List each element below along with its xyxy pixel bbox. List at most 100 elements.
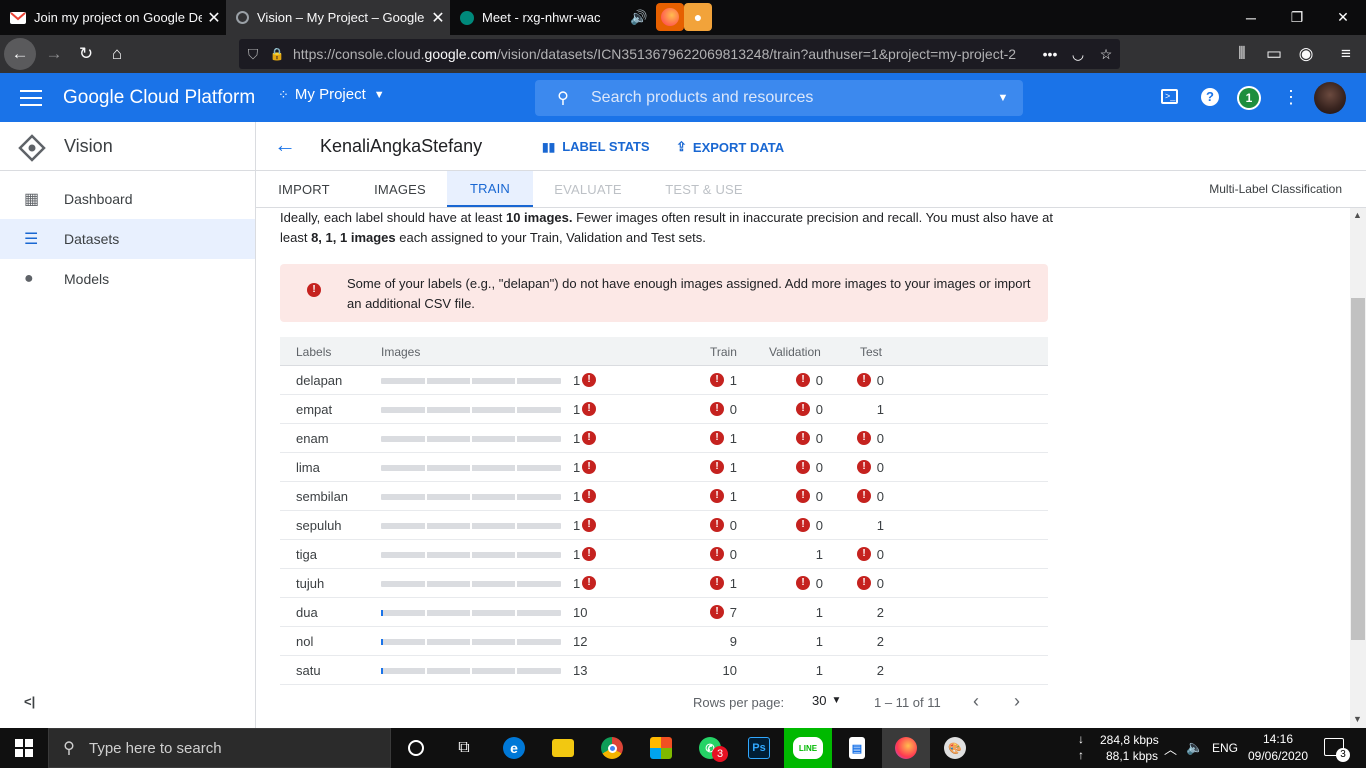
chrome-icon[interactable]	[588, 728, 636, 768]
cortana-icon[interactable]	[392, 728, 440, 768]
chevron-down-icon[interactable]: ▼	[983, 92, 1023, 104]
menu-icon[interactable]: ≡	[1330, 35, 1362, 73]
lock-icon: 🔒	[269, 47, 285, 61]
export-data-button[interactable]: ⇪ EXPORT DATA	[676, 139, 784, 155]
hamburger-menu-icon[interactable]	[20, 87, 42, 107]
search-input[interactable]: Search products and resources	[591, 89, 983, 107]
browser-tab[interactable]: Meet - rxg-nhwr-wac	[450, 0, 630, 35]
reload-icon[interactable]: ↻	[70, 35, 102, 73]
tab-import[interactable]: IMPORT	[270, 171, 338, 207]
sidebar-item-datasets[interactable]: ☰ Datasets	[0, 219, 255, 259]
sidebar-title: Vision	[64, 136, 113, 156]
avatar[interactable]	[1314, 82, 1346, 114]
cell-validation: 0	[815, 402, 823, 417]
tab-train[interactable]: TRAIN	[447, 171, 533, 207]
cell-test: 2	[876, 663, 884, 678]
collapse-sidebar-icon[interactable]: <|	[24, 694, 35, 709]
firefox-taskbar-icon[interactable]	[882, 728, 930, 768]
volume-icon[interactable]: 🔈	[1186, 739, 1203, 756]
chevron-down-icon: ▼	[831, 695, 842, 706]
project-selector[interactable]: ⁘ My Project ▼	[278, 86, 385, 103]
taskbar-search[interactable]: ⚲ Type here to search	[48, 728, 391, 768]
browser-tab[interactable]: Vision – My Project – Google Cl ✕	[226, 0, 450, 35]
error-icon: !	[307, 283, 321, 297]
tab-evaluate[interactable]: EVALUATE	[544, 171, 632, 207]
speaker-icon[interactable]: 🔊	[630, 9, 647, 26]
export-data-label: EXPORT DATA	[692, 139, 785, 155]
cell-label: delapan	[296, 373, 343, 388]
chevron-up-icon[interactable]: ︿	[1164, 739, 1177, 758]
scroll-down-icon[interactable]: ▼	[1353, 714, 1362, 724]
scroll-up-icon[interactable]: ▲	[1353, 210, 1362, 220]
scrollbar-thumb[interactable]	[1351, 298, 1365, 640]
clock-date[interactable]: 09/06/2020	[1244, 749, 1312, 763]
language-indicator[interactable]: ENG	[1212, 741, 1238, 755]
photoshop-icon[interactable]: Ps	[735, 728, 783, 768]
close-icon[interactable]: ✕	[426, 8, 450, 28]
back-icon[interactable]: ←	[4, 38, 36, 70]
windows-start-icon[interactable]	[0, 728, 48, 768]
close-icon[interactable]: ✕	[202, 8, 226, 28]
firefox-icon[interactable]	[656, 3, 684, 31]
sidebar-item-dashboard[interactable]: ▦ Dashboard	[0, 179, 255, 219]
bookmark-star-icon[interactable]: ☆	[1092, 46, 1120, 63]
sidebar-item-label: Models	[64, 271, 110, 287]
product-name[interactable]: Google Cloud Platform	[63, 87, 255, 109]
page-actions-icon[interactable]: •••	[1036, 46, 1064, 62]
file-explorer-icon[interactable]	[539, 728, 587, 768]
help-icon[interactable]: ?	[1201, 88, 1219, 106]
back-arrow-icon[interactable]: ←	[274, 134, 296, 156]
action-center-icon[interactable]: 3	[1324, 738, 1350, 762]
page-tabs: IMPORT IMAGES TRAIN EVALUATE TEST & USE …	[256, 171, 1366, 208]
cell-validation: 1	[815, 663, 823, 678]
tab-images[interactable]: IMAGES	[364, 171, 436, 207]
clock-time[interactable]: 14:16	[1248, 732, 1308, 746]
error-alert: ! Some of your labels (e.g., "delapan") …	[280, 264, 1048, 322]
cell-test: 0	[876, 373, 884, 388]
cloud-shell-icon[interactable]: >_	[1161, 89, 1178, 104]
tab-title: Meet - rxg-nhwr-wac	[482, 10, 601, 25]
microphone-icon[interactable]: ●	[684, 3, 712, 31]
more-vert-icon[interactable]: ⋮	[1282, 86, 1300, 108]
browser-tab[interactable]: Join my project on Google Dev ✕	[0, 0, 226, 35]
whatsapp-icon[interactable]: ✆ 3	[686, 728, 734, 768]
restore-icon[interactable]: ❐	[1274, 0, 1320, 35]
account-icon[interactable]: ◉	[1290, 35, 1322, 73]
shield-icon[interactable]: ⛉	[239, 46, 267, 63]
label-stats-button[interactable]: ▮▮ LABEL STATS	[542, 139, 650, 154]
url-bar[interactable]: ⛉ 🔒 https://console.cloud.google.com/vis…	[239, 39, 1120, 69]
sidebar-item-models[interactable]: ● Models	[0, 259, 255, 299]
error-icon: !	[582, 460, 596, 474]
action-center-count: 3	[1336, 748, 1350, 762]
notification-badge: 3	[712, 746, 728, 762]
line-icon[interactable]: LINE	[784, 728, 832, 768]
store-icon[interactable]	[637, 728, 685, 768]
tab-test-use[interactable]: TEST & USE	[660, 171, 748, 207]
home-icon[interactable]: ⌂	[101, 35, 133, 73]
document-icon[interactable]: ▤	[833, 728, 881, 768]
scrollbar[interactable]: ▲ ▼	[1350, 208, 1366, 728]
next-page-icon[interactable]: ›	[1014, 691, 1020, 712]
cell-images-count: 10	[573, 605, 588, 620]
sidebar-toggle-icon[interactable]: ▭	[1258, 35, 1290, 73]
cell-validation: 0	[815, 431, 823, 446]
label-stats-label: LABEL STATS	[562, 139, 650, 154]
task-view-icon[interactable]: ⧉	[440, 728, 488, 768]
table-row: enam 1!! 1! 0! 0	[280, 424, 1048, 453]
minimize-icon[interactable]: ─	[1228, 0, 1274, 35]
edge-icon[interactable]: e	[490, 728, 538, 768]
close-window-icon[interactable]: ✕	[1320, 0, 1366, 35]
pocket-icon[interactable]: ◡	[1064, 46, 1092, 63]
taskbar-search-input[interactable]: Type here to search	[89, 740, 222, 757]
notifications-button[interactable]: 1	[1237, 86, 1261, 110]
paint-icon[interactable]: 🎨	[931, 728, 979, 768]
rows-per-page-select[interactable]: 30 ▼	[812, 693, 841, 708]
images-progress-bar	[381, 523, 561, 529]
search-bar[interactable]: ⚲ Search products and resources ▼	[535, 80, 1023, 116]
forward-icon[interactable]: →	[38, 35, 70, 73]
images-progress-bar	[381, 581, 561, 587]
url-prefix: https://console.cloud.	[293, 46, 425, 62]
prev-page-icon[interactable]: ‹	[973, 691, 979, 712]
library-icon[interactable]: ⫴	[1226, 35, 1258, 73]
cell-train: 9	[729, 634, 737, 649]
